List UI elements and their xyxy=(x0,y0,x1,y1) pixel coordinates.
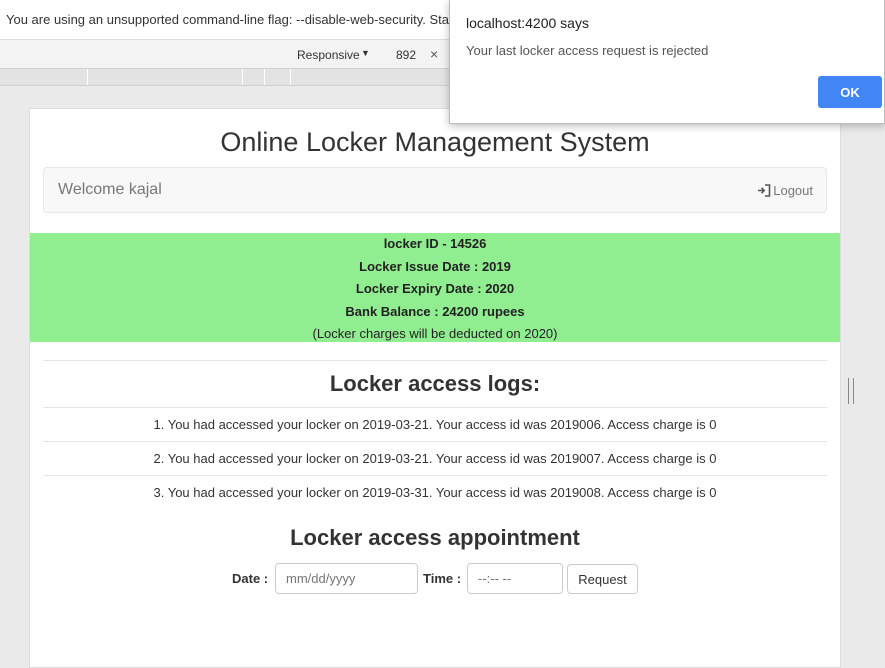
ruler-divider xyxy=(290,69,291,85)
page-title: Online Locker Management System xyxy=(220,127,650,157)
time-label: Time : xyxy=(423,571,462,586)
request-button[interactable]: Request xyxy=(567,564,638,594)
welcome-text: Welcome kajal xyxy=(58,181,162,198)
date-label: Date : xyxy=(232,571,269,586)
logout-link[interactable]: Logout xyxy=(757,183,813,198)
dialog-message: Your last locker access request is rejec… xyxy=(466,43,709,58)
infobar-text: You are using an unsupported command-lin… xyxy=(6,12,449,27)
dialog-title: localhost:4200 says xyxy=(466,15,589,31)
locker-id: locker ID - 14526 xyxy=(383,236,487,251)
logs-title: Locker access logs: xyxy=(329,371,541,396)
ruler-divider xyxy=(87,69,88,85)
locker-issue-date: Locker Issue Date : 2019 xyxy=(359,258,511,274)
app-page: Online Locker Management System Welcome … xyxy=(29,108,841,668)
caret-down-icon[interactable]: ▼ xyxy=(361,48,370,58)
close-icon[interactable]: × xyxy=(430,46,438,62)
log-item: 3. You had accessed your locker on 2019-… xyxy=(43,475,827,509)
locker-expiry-date: Locker Expiry Date : 2020 xyxy=(355,281,515,297)
device-mode-select[interactable]: Responsive xyxy=(297,48,360,62)
date-input[interactable] xyxy=(275,563,418,594)
viewport-resize-handle[interactable] xyxy=(848,378,854,404)
ok-button[interactable]: OK xyxy=(818,76,882,108)
navbar: Welcome kajal Logout xyxy=(43,167,827,213)
log-item: 1. You had accessed your locker on 2019-… xyxy=(43,407,827,441)
ruler-divider xyxy=(264,69,265,85)
time-input[interactable] xyxy=(467,563,563,594)
appointment-form: Date : Time : Request xyxy=(30,563,840,595)
locker-info-panel: locker ID - 14526 Locker Issue Date : 20… xyxy=(30,233,840,342)
viewport-width-field[interactable]: 892 xyxy=(396,48,416,62)
logout-icon xyxy=(758,184,771,197)
charges-note: (Locker charges will be deducted on 2020… xyxy=(312,326,558,342)
bank-balance: Bank Balance : 24200 rupees xyxy=(345,303,525,319)
appointment-title: Locker access appointment xyxy=(290,525,580,550)
logout-label: Logout xyxy=(773,183,813,198)
divider xyxy=(43,360,827,361)
ruler-divider xyxy=(242,69,243,85)
log-item: 2. You had accessed your locker on 2019-… xyxy=(43,441,827,475)
alert-dialog: localhost:4200 says Your last locker acc… xyxy=(449,0,885,124)
